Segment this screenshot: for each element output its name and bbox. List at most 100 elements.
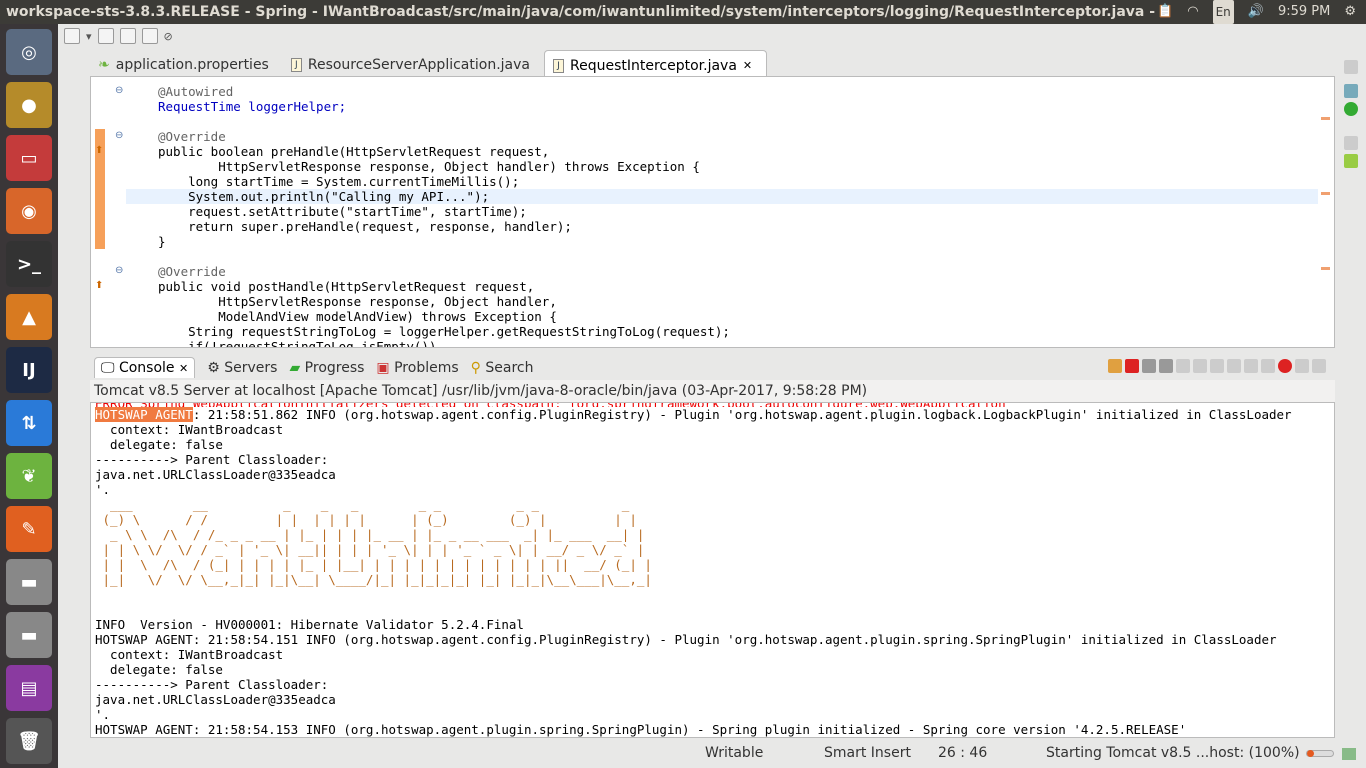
keyboard-layout[interactable]: En (1212, 0, 1234, 24)
tab-resource-server-application[interactable]: J ResourceServerApplication.java (283, 50, 544, 76)
spring-explorer-icon[interactable] (1344, 154, 1358, 168)
save-all-icon[interactable] (119, 28, 136, 44)
tab-search[interactable]: ⚲ Search (471, 360, 534, 376)
code-line: RequestTime loggerHelper; (158, 99, 347, 114)
tab-label: Search (485, 359, 534, 376)
java-file-icon: J (552, 58, 564, 73)
status-progress[interactable]: Starting Tomcat v8.5 ...host: (100%) (1046, 745, 1300, 761)
postman-icon[interactable]: ✎ (6, 506, 52, 552)
restore-icon[interactable] (1344, 60, 1358, 74)
code-line: public void postHandle(HttpServletReques… (158, 279, 535, 294)
console-line: delegate: false (95, 662, 223, 677)
console-line: java.net.URLClassLoader@335eadca (95, 692, 336, 707)
spring-tool-suite-icon[interactable]: ❦ (6, 453, 52, 499)
maximize-icon[interactable] (1312, 359, 1326, 373)
fold-icon[interactable]: ⊖ (115, 265, 123, 276)
binary-icon[interactable] (141, 28, 158, 44)
console-line: ----------> Parent Classloader: (95, 452, 329, 467)
console-line: HOTSWAP AGENT: 21:58:54.151 INFO (org.ho… (95, 632, 1277, 647)
boot-dashboard-icon[interactable] (1344, 102, 1358, 116)
display-console-icon[interactable] (1244, 359, 1258, 373)
window-title: workspace-sts-3.8.3.RELEASE - Spring - I… (6, 4, 1295, 20)
close-icon[interactable]: ✕ (743, 59, 752, 72)
code-line: String requestStringToLog = loggerHelper… (158, 324, 730, 339)
trash-icon[interactable]: 🗑 (6, 718, 52, 764)
updater-icon[interactable]: ⇅ (6, 400, 52, 446)
progress-view-icon[interactable] (1342, 748, 1356, 760)
close-icon[interactable]: ✕ (179, 362, 188, 375)
tab-label: Problems (394, 359, 459, 376)
status-writable: Writable (705, 745, 764, 761)
power-gear-icon[interactable]: ⚙ (1344, 0, 1356, 24)
terminal-icon[interactable]: >_ (6, 241, 52, 287)
word-wrap-icon[interactable] (1210, 359, 1224, 373)
remove-all-icon[interactable] (1159, 359, 1173, 373)
console-line: ----------> Parent Classloader: (95, 677, 329, 692)
tab-application-properties[interactable]: ❧ application.properties (90, 50, 283, 76)
current-code-line: System.out.println("Calling my API..."); (126, 189, 1318, 204)
code-line: HttpServletResponse response, Object han… (158, 294, 557, 309)
ascii-banner-line: _ \ \ /\ / /_ _ _ __ | |_ | | | |_ __ | … (95, 527, 645, 542)
code-line: @Override (158, 264, 226, 279)
wifi-icon[interactable]: ◠ (1187, 0, 1198, 24)
clear-console-icon[interactable] (1176, 359, 1190, 373)
scroll-lock-icon[interactable] (1193, 359, 1207, 373)
drive-icon[interactable]: ▬ (6, 559, 52, 605)
chevron-down-icon[interactable]: ▾ (86, 30, 92, 43)
tab-label: Console (118, 360, 175, 376)
vlc-icon[interactable]: ▲ (6, 294, 52, 340)
drive-icon-2[interactable]: ▬ (6, 612, 52, 658)
ascii-banner-line: | | \ /\ / (_| | | | | |_ | |__| | | | |… (95, 557, 652, 572)
tab-label: ResourceServerApplication.java (307, 57, 530, 73)
outline-icon[interactable] (1344, 84, 1358, 98)
code-editor[interactable]: ⊖ ⊖ ⊖ ⬆ ⬆ @Autowired RequestTime loggerH… (90, 76, 1335, 348)
console-toolbar (1108, 359, 1326, 373)
console-line: HOTSWAP AGENT: 21:58:51.862 INFO (org.ho… (95, 407, 1334, 422)
tab-problems[interactable]: ▣ Problems (376, 360, 458, 376)
code-line: public boolean preHandle(HttpServletRequ… (158, 144, 550, 159)
file-manager-icon[interactable]: ▭ (6, 135, 52, 181)
fold-icon[interactable]: ⊖ (115, 130, 123, 141)
workspace-switcher-icon[interactable]: ▤ (6, 665, 52, 711)
clipboard-icon[interactable]: 📋 (1157, 0, 1173, 24)
open-console-icon[interactable] (1261, 359, 1275, 373)
progress-indicator[interactable] (1306, 750, 1334, 757)
override-marker-icon[interactable]: ⬆ (95, 145, 103, 156)
volume-icon[interactable]: 🔊 (1248, 0, 1264, 24)
save-icon[interactable] (97, 28, 114, 44)
skip-breakpoints-icon[interactable]: ⊘ (164, 30, 173, 43)
tab-console[interactable]: 🖵 Console ✕ (94, 357, 196, 378)
console-line: context: IWantBroadcast (95, 647, 284, 662)
remove-launch-icon[interactable] (1142, 359, 1156, 373)
console-line: '. (95, 482, 111, 497)
new-icon[interactable] (64, 28, 80, 44)
overview-marker[interactable] (1321, 117, 1330, 120)
alert-icon[interactable] (1278, 359, 1292, 373)
override-marker-icon[interactable]: ⬆ (95, 280, 103, 291)
overview-marker[interactable] (1321, 192, 1330, 195)
restore-icon[interactable] (1344, 136, 1358, 150)
intellij-icon[interactable]: IJ (6, 347, 52, 393)
launcher: ◎ ● ▭ ◉ >_ ▲ IJ ⇅ ❦ ✎ ▬ ▬ ▤ 🗑 (0, 24, 58, 768)
java-file-icon: J (290, 58, 302, 72)
title-bar: workspace-sts-3.8.3.RELEASE - Spring - I… (0, 0, 1366, 24)
console-line: context: IWantBroadcast (95, 422, 284, 437)
console-output[interactable]: ERROR Spring WebApplicationInitializers … (90, 402, 1335, 738)
minimize-icon[interactable] (1295, 359, 1309, 373)
terminate-icon[interactable] (1125, 359, 1139, 373)
tab-progress[interactable]: ▰ Progress (289, 360, 364, 376)
tab-request-interceptor[interactable]: J RequestInterceptor.java ✕ (543, 50, 768, 76)
pin-console-icon[interactable] (1227, 359, 1241, 373)
ubuntu-dash-icon[interactable]: ◎ (6, 29, 52, 75)
firefox-icon[interactable]: ◉ (6, 188, 52, 234)
tab-servers[interactable]: ⚙ Servers (207, 360, 277, 376)
console-line: INFO Version - HV000001: Hibernate Valid… (95, 617, 524, 632)
overview-marker[interactable] (1321, 267, 1330, 270)
clock[interactable]: 9:59 PM (1278, 0, 1330, 24)
chrome-icon[interactable]: ● (6, 82, 52, 128)
fold-icon[interactable]: ⊖ (115, 85, 123, 96)
console-line: '. (95, 707, 111, 722)
search-icon: ⚲ (470, 359, 481, 376)
disconnect-icon[interactable] (1108, 359, 1122, 373)
editor-tabs: ❧ application.properties J ResourceServerA… (90, 50, 1335, 76)
